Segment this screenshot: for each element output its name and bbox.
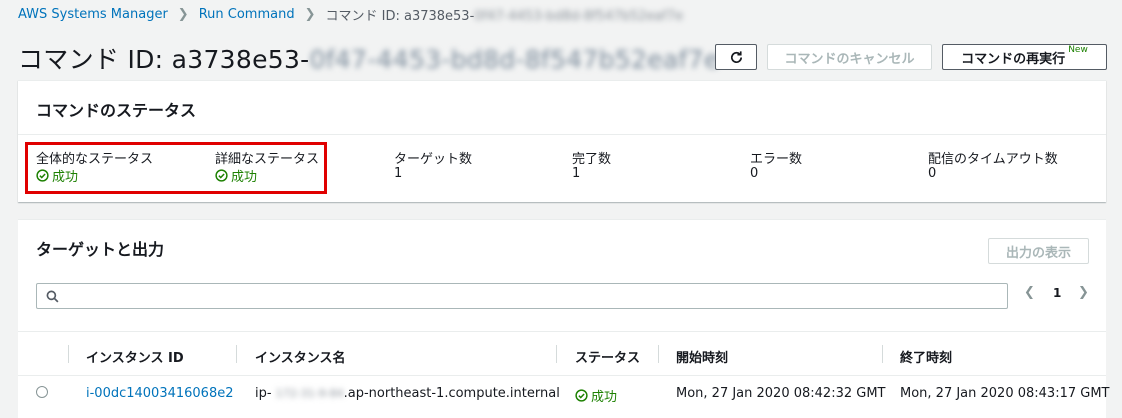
timeout-count-value: 0 (928, 166, 937, 181)
next-page-icon[interactable]: ❯ (1078, 285, 1089, 300)
column-separator (68, 345, 69, 363)
highlight-box (25, 142, 327, 194)
search-icon (46, 290, 59, 303)
column-header-end-time[interactable]: 終了時刻 (900, 347, 952, 366)
check-circle-icon (575, 389, 588, 402)
row-end-time: Mon, 27 Jan 2020 08:43:17 GMT (900, 386, 1110, 401)
completed-count-label: 完了数 (572, 152, 612, 167)
row-status: 成功 (575, 386, 617, 405)
page-title: コマンド ID: a3738e53-0f47-4453-bd8d-8f547b5… (18, 40, 720, 76)
breadcrumb-link-run-command[interactable]: Run Command (199, 7, 295, 22)
breadcrumb: AWS Systems Manager ❯ Run Command ❯ コマンド… (18, 5, 683, 24)
breadcrumb-link-systems-manager[interactable]: AWS Systems Manager (18, 7, 168, 22)
new-badge: New (1068, 45, 1088, 55)
divider (18, 375, 1106, 376)
cancel-command-button[interactable]: コマンドのキャンセル (767, 44, 932, 70)
rerun-command-button[interactable]: コマンドの再実行 New (942, 44, 1107, 70)
page-title-text: コマンド ID: a3738e53- (18, 45, 310, 74)
column-separator (556, 345, 557, 363)
instance-name: ip- 172-31-9-84.ap-northeast-1.compute.i… (255, 386, 560, 401)
target-count-label: ターゲット数 (394, 152, 473, 167)
instance-name-prefix: ip- (255, 386, 272, 401)
breadcrumb-current-blurred: 0f47-4453-bd8d-8f547b52eaf7e (474, 9, 684, 24)
completed-count-value: 1 (572, 166, 581, 181)
refresh-button[interactable] (715, 44, 757, 70)
error-count-value: 0 (750, 166, 759, 181)
command-status-heading: コマンドのステータス (36, 101, 197, 120)
divider (18, 134, 1106, 135)
rerun-command-label: コマンドの再実行 (961, 51, 1066, 67)
chevron-right-icon: ❯ (177, 7, 189, 22)
row-radio-button[interactable] (36, 386, 48, 398)
column-header-start-time[interactable]: 開始時刻 (676, 347, 728, 366)
column-separator (658, 345, 659, 363)
target-count-value: 1 (394, 166, 403, 181)
column-header-instance-id[interactable]: インスタンス ID (86, 347, 184, 366)
breadcrumb-current-text: コマンド ID: a3738e53- (325, 9, 475, 24)
error-count-label: エラー数 (750, 152, 803, 167)
view-output-button[interactable]: 出力の表示 (988, 238, 1089, 264)
column-header-instance-name[interactable]: インスタンス名 (255, 347, 345, 366)
instance-name-blurred: 172-31-9-84 (275, 387, 344, 400)
timeout-count-label: 配信のタイムアウト数 (928, 152, 1058, 167)
chevron-right-icon: ❯ (304, 7, 316, 22)
divider (18, 331, 1106, 332)
previous-page-icon[interactable]: ❮ (1024, 285, 1035, 300)
targets-output-heading: ターゲットと出力 (36, 240, 165, 259)
row-start-time: Mon, 27 Jan 2020 08:42:32 GMT (676, 386, 886, 401)
column-separator (236, 345, 237, 363)
instance-id-link[interactable]: i-00dc14003416068e2 (86, 386, 234, 401)
column-header-status[interactable]: ステータス (575, 347, 640, 366)
column-separator (882, 345, 883, 363)
instance-name-suffix: .ap-northeast-1.compute.internal (343, 386, 560, 401)
breadcrumb-current: コマンド ID: a3738e53-0f47-4453-bd8d-8f547b5… (325, 5, 683, 24)
targets-output-panel: ターゲットと出力 出力の表示 ❮ 1 ❯ インスタンス ID インスタンス名 ス… (18, 219, 1110, 418)
refresh-icon (730, 50, 742, 63)
page-number[interactable]: 1 (1053, 286, 1061, 300)
row-status-text: 成功 (591, 390, 618, 405)
search-input[interactable] (36, 283, 1008, 309)
page-title-blurred: 0f47-4453-bd8d-8f547b52eaf7e (309, 45, 720, 74)
